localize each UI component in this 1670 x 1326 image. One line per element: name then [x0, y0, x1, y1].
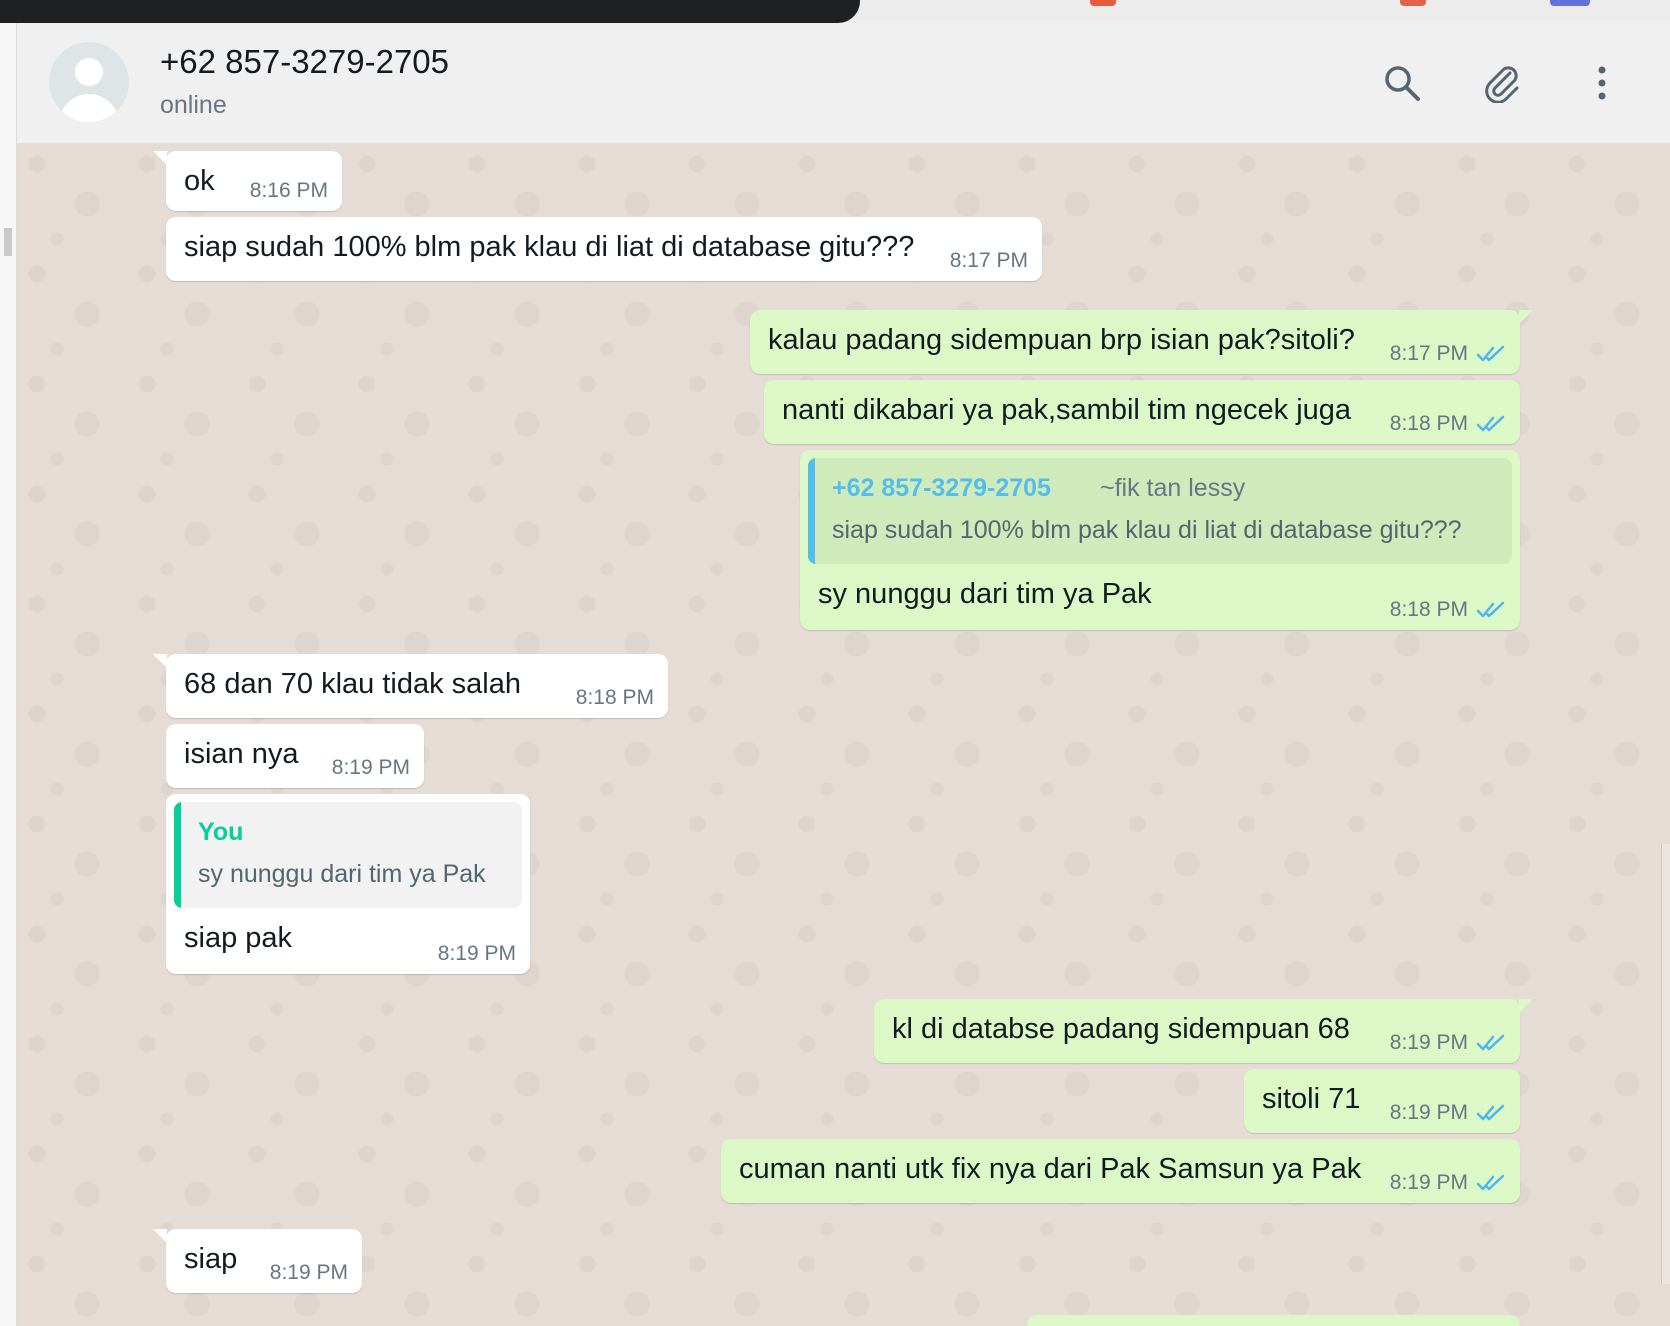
- attach-icon[interactable]: [1482, 63, 1522, 103]
- contact-name[interactable]: +62 857-3279-2705: [160, 43, 449, 81]
- incoming-message[interactable]: siap sudah 100% blm pak klau di liat di …: [166, 217, 1042, 281]
- side-panel-edge: [0, 23, 17, 1326]
- quoted-message[interactable]: You sy nunggu dari tim ya Pak: [174, 802, 522, 908]
- avatar-head-shape: [75, 58, 103, 86]
- message-time: 8:18 PM: [1389, 598, 1468, 621]
- message-text: siap pak: [184, 922, 293, 954]
- double-check-icon: [1476, 345, 1505, 362]
- outgoing-message[interactable]: nanti dikabari ya pak,sambil tim ngecek …: [764, 380, 1520, 444]
- message-time: 8:19 PM: [1389, 1171, 1468, 1194]
- message-text: sy nunggu dari tim ya Pak: [818, 578, 1152, 610]
- extension-icon[interactable]: [1090, 0, 1116, 6]
- message-text: nanti dikabari ya pak,sambil tim ngecek …: [782, 394, 1352, 426]
- outgoing-message[interactable]: cuman nanti utk fix nya dari Pak Samsun …: [721, 1139, 1520, 1203]
- quote-text: sy nunggu dari tim ya Pak: [198, 860, 486, 888]
- incoming-reply-message[interactable]: You sy nunggu dari tim ya Pak siap pak 8…: [166, 794, 530, 974]
- outgoing-message[interactable]: sitoli 71 8:19 PM: [1244, 1069, 1520, 1133]
- message-text: kalau padang sidempuan brp isian pak?sit…: [768, 324, 1355, 356]
- message-time: 8:17 PM: [949, 249, 1028, 272]
- quote-pushname: ~fik tan lessy: [1100, 474, 1246, 502]
- message-text: isian nya: [184, 738, 299, 770]
- message-time: 8:19 PM: [437, 942, 516, 965]
- menu-icon[interactable]: [1582, 63, 1622, 103]
- contact-avatar[interactable]: [49, 42, 129, 122]
- message-text: kl di databse padang sidempuan 68: [892, 1013, 1350, 1045]
- extension-icon[interactable]: [1400, 0, 1426, 6]
- message-text: siap: [184, 1243, 238, 1275]
- quote-text: siap sudah 100% blm pak klau di liat di …: [832, 516, 1462, 544]
- outgoing-message[interactable]: kalau padang sidempuan brp isian pak?sit…: [750, 310, 1533, 374]
- outgoing-reply-message[interactable]: +62 857-3279-2705 ~fik tan lessy siap su…: [800, 450, 1520, 630]
- double-check-icon: [1476, 601, 1505, 618]
- incoming-message[interactable]: siap 8:19 PM: [153, 1229, 362, 1293]
- outgoing-message-partial[interactable]: [1027, 1315, 1520, 1326]
- message-time: 8:17 PM: [1389, 342, 1468, 365]
- message-text: sitoli 71: [1262, 1083, 1361, 1115]
- message-list[interactable]: ok 8:16 PM siap sudah 100% blm pak klau …: [17, 144, 1670, 1326]
- message-time: 8:19 PM: [1389, 1031, 1468, 1054]
- message-time: 8:16 PM: [249, 179, 328, 202]
- chat-scrollbar[interactable]: [1661, 844, 1670, 1284]
- side-panel-marker: [4, 228, 12, 256]
- browser-top-strip: [0, 0, 1670, 23]
- incoming-message[interactable]: 68 dan 70 klau tidak salah 8:18 PM: [153, 654, 668, 718]
- quote-bar: [174, 802, 181, 908]
- message-time: 8:18 PM: [1389, 412, 1468, 435]
- quote-author: You: [198, 818, 244, 846]
- double-check-icon: [1476, 1104, 1505, 1121]
- message-text: siap sudah 100% blm pak klau di liat di …: [184, 231, 915, 263]
- profile-avatar[interactable]: [1550, 0, 1590, 6]
- quote-bar: [808, 458, 815, 564]
- chat-header[interactable]: +62 857-3279-2705 online: [17, 23, 1670, 144]
- quote-author: +62 857-3279-2705: [832, 474, 1051, 502]
- browser-tab-bar: [0, 0, 860, 23]
- double-check-icon: [1476, 1174, 1505, 1191]
- message-text: cuman nanti utk fix nya dari Pak Samsun …: [739, 1153, 1362, 1185]
- quoted-message[interactable]: +62 857-3279-2705 ~fik tan lessy siap su…: [808, 458, 1512, 564]
- incoming-message[interactable]: ok 8:16 PM: [153, 151, 342, 211]
- contact-status: online: [160, 91, 227, 119]
- double-check-icon: [1476, 1034, 1505, 1051]
- search-icon[interactable]: [1382, 63, 1422, 103]
- message-time: 8:19 PM: [331, 756, 410, 779]
- message-time: 8:19 PM: [1389, 1101, 1468, 1124]
- message-time: 8:19 PM: [269, 1261, 348, 1284]
- message-time: 8:18 PM: [575, 686, 654, 709]
- incoming-message[interactable]: isian nya 8:19 PM: [166, 724, 424, 788]
- message-text: 68 dan 70 klau tidak salah: [184, 668, 521, 700]
- message-text: ok: [184, 165, 215, 197]
- outgoing-message[interactable]: kl di databse padang sidempuan 68 8:19 P…: [874, 999, 1533, 1063]
- double-check-icon: [1476, 415, 1505, 432]
- avatar-body-shape: [59, 94, 119, 122]
